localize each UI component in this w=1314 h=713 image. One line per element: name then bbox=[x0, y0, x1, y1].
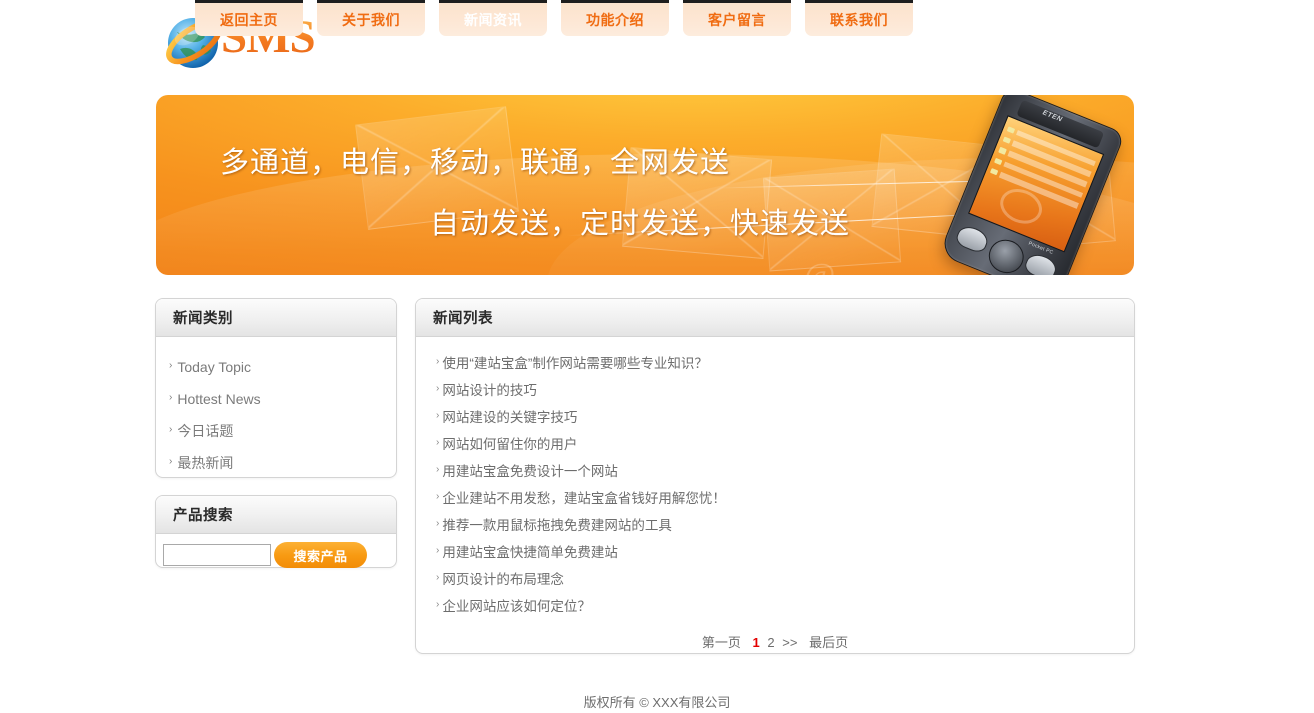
product-search-card: 产品搜索 搜索产品 bbox=[155, 495, 397, 568]
news-item-label: 企业网站应该如何定位？ bbox=[442, 598, 591, 614]
news-item-label: 网站如何留住你的用户 bbox=[442, 436, 578, 452]
chevron-right-icon: › bbox=[169, 392, 173, 403]
pagination-page-1[interactable]: 1 bbox=[753, 635, 760, 650]
search-input[interactable] bbox=[163, 544, 271, 566]
nav-tab-label: 功能介绍 bbox=[586, 11, 644, 28]
news-item-label: 网站建设的关键字技巧 bbox=[442, 409, 578, 425]
chevron-right-icon: › bbox=[169, 424, 173, 435]
chevron-right-icon: › bbox=[436, 490, 440, 502]
nav-tab-label: 新闻资讯 bbox=[464, 11, 522, 28]
copyright-text: 版权所有 © XXX有限公司 bbox=[583, 695, 731, 710]
banner-headline-1: 多通道，电信，移动，联通，全网发送 bbox=[220, 147, 731, 179]
news-category-card: 新闻类别 › Today Topic › Hottest News › 今日话题… bbox=[155, 298, 397, 478]
news-item-label: 网页设计的布局理念 bbox=[442, 571, 564, 587]
at-symbol-icon: @ bbox=[804, 257, 835, 275]
nav-tab-label: 关于我们 bbox=[342, 11, 400, 28]
site-header: SMS 返回主页 关于我们 新闻资讯 功能介绍 客户留言 联系我们 bbox=[0, 0, 1314, 78]
chevron-right-icon: › bbox=[169, 360, 173, 371]
sidebar-item-today-topic[interactable]: › Today Topic bbox=[156, 351, 396, 383]
news-item-label: 企业建站不用发愁，建站宝盒省钱好用解您忧！ bbox=[442, 490, 726, 506]
news-item-label: 用建站宝盒免费设计一个网站 bbox=[442, 463, 618, 479]
sidebar-item-hottest-news-cn[interactable]: › 最热新闻 bbox=[156, 447, 396, 479]
sidebar-item-hottest-news[interactable]: › Hottest News bbox=[156, 383, 396, 415]
chevron-right-icon: › bbox=[436, 409, 440, 421]
pagination-page-2[interactable]: 2 bbox=[767, 635, 774, 650]
main-navigation: 返回主页 关于我们 新闻资讯 功能介绍 客户留言 联系我们 bbox=[195, 0, 913, 36]
news-category-header: 新闻类别 bbox=[156, 299, 396, 337]
pagination-last[interactable]: 最后页 bbox=[809, 635, 848, 650]
news-list-item[interactable]: › 推荐一款用鼠标拖拽免费建网站的工具 bbox=[416, 510, 1134, 537]
pagination-first[interactable]: 第一页 bbox=[702, 635, 741, 650]
product-search-header: 产品搜索 bbox=[156, 496, 396, 534]
news-list-card: 新闻列表 › 使用“建站宝盒”制作网站需要哪些专业知识？ › 网站设计的技巧 ›… bbox=[415, 298, 1135, 654]
nav-tab-guestbook[interactable]: 客户留言 bbox=[683, 0, 791, 36]
chevron-right-icon: › bbox=[436, 436, 440, 448]
news-category-title: 新闻类别 bbox=[173, 311, 233, 327]
news-list-title: 新闻列表 bbox=[433, 311, 493, 327]
news-category-list: › Today Topic › Hottest News › 今日话题 › 最热… bbox=[156, 337, 396, 479]
nav-tab-label: 返回主页 bbox=[220, 11, 278, 28]
pagination-next[interactable]: >> bbox=[782, 635, 797, 650]
nav-tab-about[interactable]: 关于我们 bbox=[317, 0, 425, 36]
sidebar-item-label: Today Topic bbox=[177, 359, 252, 375]
chevron-right-icon: › bbox=[169, 456, 173, 467]
news-item-label: 使用“建站宝盒”制作网站需要哪些专业知识？ bbox=[442, 355, 708, 371]
news-list-item[interactable]: › 使用“建站宝盒”制作网站需要哪些专业知识？ bbox=[416, 348, 1134, 375]
nav-tab-contact[interactable]: 联系我们 bbox=[805, 0, 913, 36]
nav-tab-features[interactable]: 功能介绍 bbox=[561, 0, 669, 36]
chevron-right-icon: › bbox=[436, 598, 440, 610]
chevron-right-icon: › bbox=[436, 355, 440, 367]
sidebar-item-label: 最热新闻 bbox=[177, 455, 234, 471]
chevron-right-icon: › bbox=[436, 571, 440, 583]
nav-tab-news[interactable]: 新闻资讯 bbox=[439, 0, 547, 36]
nav-tab-label: 客户留言 bbox=[708, 11, 766, 28]
news-list-item[interactable]: › 网站如何留住你的用户 bbox=[416, 429, 1134, 456]
news-list-item[interactable]: › 用建站宝盒快捷简单免费建站 bbox=[416, 537, 1134, 564]
search-product-button[interactable]: 搜索产品 bbox=[274, 542, 367, 568]
product-search-row: 搜索产品 bbox=[156, 534, 396, 568]
sidebar-item-today-topic-cn[interactable]: › 今日话题 bbox=[156, 415, 396, 447]
news-item-label: 用建站宝盒快捷简单免费建站 bbox=[442, 544, 618, 560]
product-search-title: 产品搜索 bbox=[173, 508, 233, 524]
news-list-item[interactable]: › 企业建站不用发愁，建站宝盒省钱好用解您忧！ bbox=[416, 483, 1134, 510]
nav-tab-label: 联系我们 bbox=[830, 11, 888, 28]
news-list-item[interactable]: › 企业网站应该如何定位？ bbox=[416, 591, 1134, 618]
chevron-right-icon: › bbox=[436, 517, 440, 529]
chevron-right-icon: › bbox=[436, 463, 440, 475]
banner-headline-2: 自动发送，定时发送，快速发送 bbox=[430, 208, 851, 240]
news-list-header: 新闻列表 bbox=[416, 299, 1134, 337]
news-item-label: 推荐一款用鼠标拖拽免费建网站的工具 bbox=[442, 517, 672, 533]
sidebar-item-label: 今日话题 bbox=[177, 423, 234, 439]
news-list-item[interactable]: › 用建站宝盒免费设计一个网站 bbox=[416, 456, 1134, 483]
news-list: › 使用“建站宝盒”制作网站需要哪些专业知识？ › 网站设计的技巧 › 网站建设… bbox=[416, 337, 1134, 618]
chevron-right-icon: › bbox=[436, 544, 440, 556]
site-footer: 版权所有 © XXX有限公司 bbox=[0, 692, 1314, 711]
hero-banner: @ @ 多通道，电信，移动，联通，全网发送 自动发送，定时发送，快速发送 ETE… bbox=[156, 95, 1134, 275]
sidebar: 新闻类别 › Today Topic › Hottest News › 今日话题… bbox=[155, 298, 397, 568]
nav-tab-home[interactable]: 返回主页 bbox=[195, 0, 303, 36]
news-item-label: 网站设计的技巧 bbox=[442, 382, 537, 398]
news-list-item[interactable]: › 网站设计的技巧 bbox=[416, 375, 1134, 402]
news-list-item[interactable]: › 网站建设的关键字技巧 bbox=[416, 402, 1134, 429]
chevron-right-icon: › bbox=[436, 382, 440, 394]
news-list-item[interactable]: › 网页设计的布局理念 bbox=[416, 564, 1134, 591]
pagination: 第一页 1 2 >> 最后页 bbox=[416, 632, 1134, 651]
sidebar-item-label: Hottest News bbox=[177, 391, 261, 407]
